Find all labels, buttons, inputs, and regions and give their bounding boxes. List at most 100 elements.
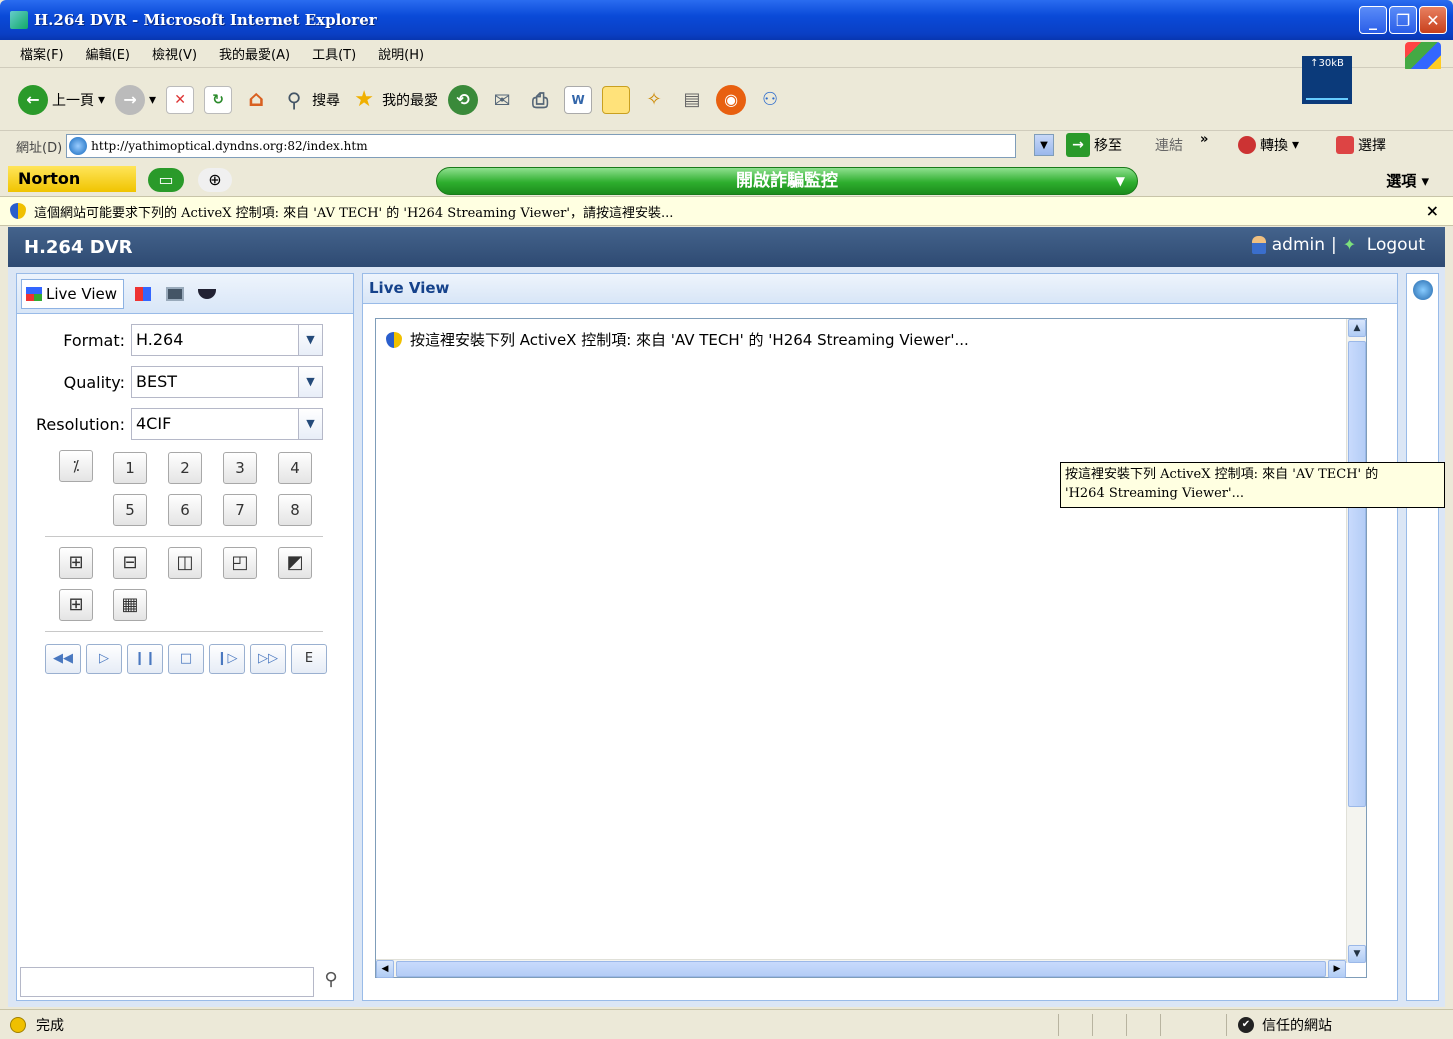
trusted-check-icon: ✔ [1238, 1017, 1254, 1033]
forward-button[interactable]: → ▾ [115, 82, 156, 118]
shield-icon [10, 203, 26, 219]
zoom-out-button[interactable]: ⊟ [113, 547, 147, 579]
tab-event-list[interactable] [130, 283, 156, 305]
tab-live-view[interactable]: Live View [21, 278, 124, 309]
stop-button[interactable]: □ [168, 644, 204, 674]
channel-5-button[interactable]: 5 [113, 494, 147, 526]
channel-8-button[interactable]: 8 [278, 494, 312, 526]
menu-file[interactable]: 檔案(F) [20, 44, 64, 63]
tab-playback[interactable] [162, 283, 188, 305]
links-chevron-icon[interactable]: » [1200, 132, 1208, 147]
address-bar: 網址(D) http://yathimoptical.dyndns.org:82… [0, 131, 1453, 161]
e-button[interactable]: E [291, 644, 327, 674]
mail-icon[interactable]: ✉ [488, 86, 516, 114]
search-icon[interactable]: ⚲ [317, 969, 345, 995]
acrobat-convert-icon [1238, 136, 1256, 154]
fast-rewind-button[interactable]: ◀◀ [45, 644, 81, 674]
restore-button[interactable]: ❐ [1389, 6, 1417, 34]
norton-computer-icon[interactable]: ▭ [148, 168, 184, 192]
snapshot-button[interactable]: ◫ [168, 547, 202, 579]
address-input[interactable]: http://yathimoptical.dyndns.org:82/index… [66, 134, 1017, 158]
radio-icon[interactable]: ◉ [716, 84, 747, 115]
activex-install-prompt[interactable]: 按這裡安裝下列 ActiveX 控制項: 來自 'AV TECH' 的 'H26… [386, 329, 969, 350]
step-forward-button[interactable]: ❙▷ [209, 644, 245, 674]
home-icon[interactable]: ⌂ [242, 86, 270, 114]
window-title: H.264 DVR - Microsoft Internet Explorer [34, 11, 377, 29]
channel-1-button[interactable]: 1 [113, 452, 147, 484]
divider [45, 631, 323, 632]
norton-globe-icon[interactable]: ⊕ [198, 168, 232, 192]
stop-icon[interactable]: ✕ [166, 85, 195, 114]
norton-options-menu[interactable]: 選項 ▾ [1386, 170, 1429, 191]
links-label[interactable]: 連結 [1155, 135, 1183, 155]
network-meter: ↑30kB [1302, 56, 1352, 104]
favorites-button[interactable]: ★ 我的最愛 [350, 82, 438, 118]
note-icon[interactable] [602, 85, 631, 114]
print-icon[interactable]: ⎙ [526, 86, 554, 114]
pop-button[interactable]: ◩ [278, 547, 312, 579]
tab-ptz[interactable] [194, 283, 220, 305]
menu-favorites[interactable]: 我的最愛(A) [219, 44, 290, 63]
activex-infobar[interactable]: 這個網站可能要求下列的 ActiveX 控制項: 來自 'AV TECH' 的 … [0, 196, 1453, 226]
horizontal-scrollbar[interactable]: ◀ ▶ [376, 959, 1346, 978]
chevron-down-icon: ▼ [1115, 174, 1125, 188]
channel-2-button[interactable]: 2 [168, 452, 202, 484]
format-label: Format: [63, 331, 125, 350]
vertical-scrollbar[interactable]: ▲ ▼ [1346, 319, 1366, 963]
title-bar: H.264 DVR - Microsoft Internet Explorer … [0, 0, 1453, 40]
chevron-down-icon: ▼ [298, 409, 322, 439]
video-area: 按這裡安裝下列 ActiveX 控制項: 來自 'AV TECH' 的 'H26… [375, 318, 1367, 978]
address-dropdown-icon[interactable]: ▼ [1034, 134, 1054, 156]
channel-3-button[interactable]: 3 [223, 452, 257, 484]
resolution-select[interactable]: 4CIF ▼ [131, 408, 323, 440]
close-button[interactable]: ✕ [1419, 6, 1447, 34]
pip-button[interactable]: ◰ [223, 547, 257, 579]
channel-7-button[interactable]: 7 [223, 494, 257, 526]
format-row: Format: H.264 ▼ [17, 324, 353, 356]
messenger-icon[interactable]: ⚇ [756, 86, 784, 114]
horizontal-scroll-thumb[interactable] [396, 961, 1326, 977]
channel-6-button[interactable]: 6 [168, 494, 202, 526]
word-icon[interactable]: W [564, 85, 593, 114]
sequence-button[interactable]: ⁒ [59, 450, 93, 482]
norton-toolbar: Norton ▭ ⊕ 開啟詐騙監控 ▼ 選項 ▾ [0, 164, 1453, 196]
convert-button[interactable]: 轉換 ▾ [1238, 135, 1299, 155]
logout-link[interactable]: Logout [1367, 235, 1425, 255]
search-button[interactable]: ⚲ 搜尋 [280, 82, 340, 118]
select-button[interactable]: 選擇 [1336, 135, 1386, 155]
refresh-icon[interactable]: ↻ [204, 85, 233, 114]
quad-view-button[interactable]: ⊞ [59, 589, 93, 621]
scam-monitor-button[interactable]: 開啟詐騙監控 ▼ [436, 167, 1138, 195]
search-input[interactable] [20, 967, 314, 997]
zoom-in-button[interactable]: ⊞ [59, 547, 93, 579]
back-button[interactable]: ← 上一頁 ▾ [18, 82, 105, 118]
media-icon[interactable]: ▤ [678, 86, 706, 114]
scroll-right-icon[interactable]: ▶ [1328, 960, 1346, 978]
scroll-left-icon[interactable]: ◀ [376, 960, 394, 978]
research-icon[interactable]: ✧ [640, 86, 668, 114]
status-divider [1126, 1014, 1127, 1036]
fast-forward-button[interactable]: ▷▷ [250, 644, 286, 674]
infobar-close-icon[interactable]: × [1426, 201, 1439, 220]
help-icon[interactable] [1413, 280, 1433, 300]
minimize-button[interactable]: _ [1359, 6, 1387, 34]
pause-button[interactable]: ❙❙ [127, 644, 163, 674]
format-select[interactable]: H.264 ▼ [131, 324, 323, 356]
scroll-down-icon[interactable]: ▼ [1348, 945, 1366, 963]
channel-4-button[interactable]: 4 [278, 452, 312, 484]
history-icon[interactable]: ⟲ [448, 84, 479, 115]
vertical-scroll-thumb[interactable] [1348, 341, 1366, 807]
menu-help[interactable]: 說明(H) [378, 44, 424, 63]
menu-view[interactable]: 檢視(V) [152, 44, 197, 63]
user-icon [1251, 236, 1266, 254]
go-button[interactable]: → 移至 [1066, 133, 1122, 157]
pause-icon: ❙❙ [134, 651, 156, 666]
nine-view-button[interactable]: ▦ [113, 589, 147, 621]
menu-edit[interactable]: 編輯(E) [86, 44, 130, 63]
quality-select[interactable]: BEST ▼ [131, 366, 323, 398]
user-area: admin | ✦ Logout [1251, 235, 1425, 255]
menu-tools[interactable]: 工具(T) [312, 44, 356, 63]
star-icon: ★ [354, 87, 374, 112]
play-button[interactable]: ▷ [86, 644, 122, 674]
scroll-up-icon[interactable]: ▲ [1348, 319, 1366, 337]
